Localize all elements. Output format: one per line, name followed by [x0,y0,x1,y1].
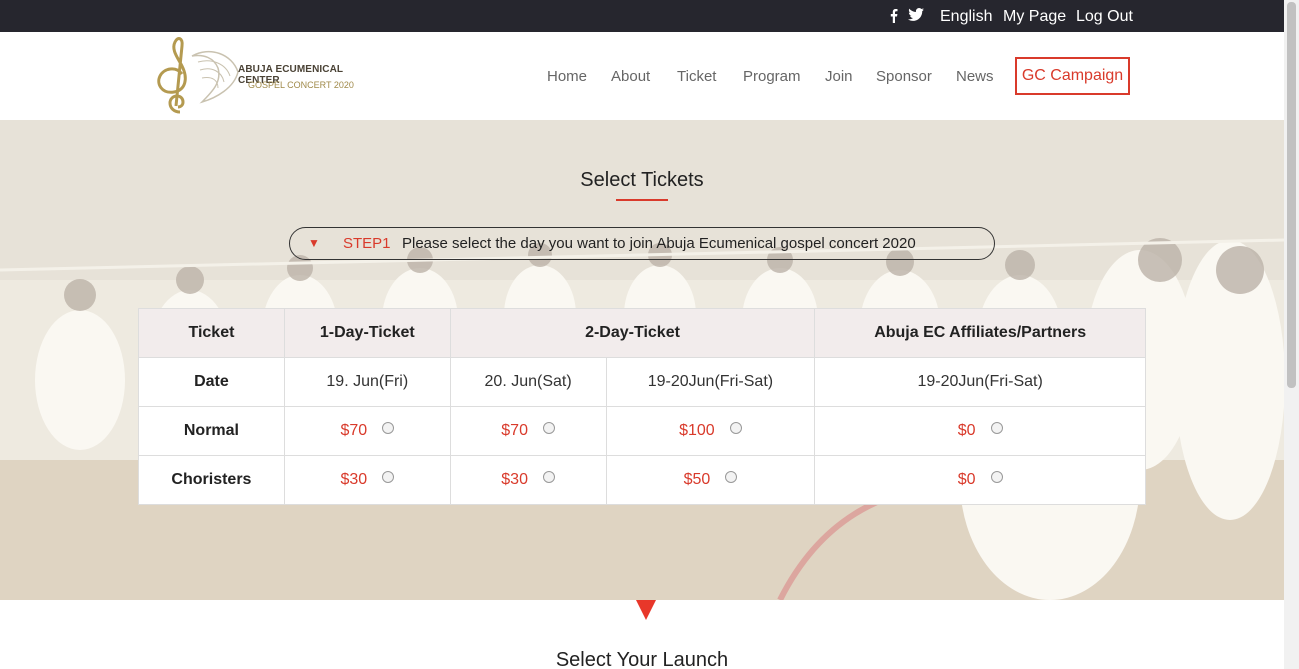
price-label: $0 [957,471,976,488]
gc-campaign-button[interactable]: GC Campaign [1015,57,1130,95]
step-text: Please select the day you want to join A… [402,235,916,252]
col-header-1day: 1-Day-Ticket [283,308,451,358]
nav-ticket[interactable]: Ticket [677,68,716,85]
step-instruction: ▼ STEP1 Please select the day you want t… [289,227,995,260]
facebook-icon[interactable] [889,8,898,27]
twitter-icon[interactable] [908,8,924,27]
ticket-hero: Select Tickets ▼ STEP1 Please select the… [0,120,1284,600]
step-label: STEP1 [343,235,391,252]
nav-home[interactable]: Home [547,68,587,85]
col-header-2day: 2-Day-Ticket [449,308,816,358]
date-cell: 20. Jun(Sat) [449,357,607,407]
price-cell: $70 [283,406,451,456]
price-cell: $0 [814,406,1146,456]
table-row: Choristers $30 $30 $50 $0 [138,455,1146,505]
date-cell: 19-20Jun(Fri-Sat) [605,357,816,407]
triangle-down-icon: ▼ [308,236,320,250]
nav-join[interactable]: Join [825,68,853,85]
row-header-normal: Normal [138,406,285,456]
language-link[interactable]: English [940,8,992,26]
price-label: $70 [501,422,528,439]
price-label: $0 [957,422,976,439]
top-bar: English My Page Log Out [0,0,1284,32]
date-cell: 19. Jun(Fri) [283,357,451,407]
price-label: $30 [340,471,368,488]
logo-subtitle: GOSPEL CONCERT 2020 [248,80,354,90]
choristers-sat-radio[interactable] [542,471,555,483]
site-header: ABUJA ECUMENICAL CENTER GOSPEL CONCERT 2… [0,32,1284,120]
logout-link[interactable]: Log Out [1076,8,1133,26]
price-cell: $50 [605,455,816,505]
date-cell: 19-20Jun(Fri-Sat) [814,357,1146,407]
col-header-affiliates: Abuja EC Affiliates/Partners [814,308,1146,358]
price-cell: $30 [283,455,451,505]
title-underline [616,199,668,201]
price-label: $100 [679,422,715,439]
site-logo[interactable]: ABUJA ECUMENICAL CENTER GOSPEL CONCERT 2… [152,36,372,116]
col-header-ticket: Ticket [138,308,285,358]
nav-about[interactable]: About [611,68,650,85]
normal-affiliate-radio[interactable] [990,422,1003,434]
price-label: $30 [501,471,528,488]
treble-clef-logo-icon [157,37,239,114]
price-label: $50 [683,471,711,488]
normal-1day-radio[interactable] [382,422,395,434]
choristers-affiliate-radio[interactable] [990,471,1003,483]
table-row: Date 19. Jun(Fri) 20. Jun(Sat) 19-20Jun(… [138,357,1146,407]
normal-sat-radio[interactable] [542,422,555,434]
section-arrow-icon [636,600,656,620]
choristers-1day-radio[interactable] [382,471,395,483]
normal-2day-radio[interactable] [729,422,742,434]
price-cell: $0 [814,455,1146,505]
my-page-link[interactable]: My Page [1003,8,1066,26]
nav-news[interactable]: News [956,68,994,85]
price-cell: $30 [449,455,607,505]
table-row: Normal $70 $70 $100 $0 [138,406,1146,456]
nav-sponsor[interactable]: Sponsor [876,68,932,85]
ticket-table: Ticket 1-Day-Ticket 2-Day-Ticket Abuja E… [138,308,1146,505]
price-cell: $100 [605,406,816,456]
row-header-date: Date [138,357,285,407]
section-title: Select Your Launch [555,649,729,669]
price-cell: $70 [449,406,607,456]
scrollbar-thumb[interactable] [1287,2,1296,388]
choristers-2day-radio[interactable] [725,471,738,483]
table-header-row: Ticket 1-Day-Ticket 2-Day-Ticket Abuja E… [138,308,1146,358]
row-header-choristers: Choristers [138,455,285,505]
price-label: $70 [340,422,368,439]
page-title: Select Tickets [580,169,704,191]
page-scrollbar[interactable] [1284,0,1299,669]
social-links [889,8,924,27]
nav-program[interactable]: Program [743,68,801,85]
